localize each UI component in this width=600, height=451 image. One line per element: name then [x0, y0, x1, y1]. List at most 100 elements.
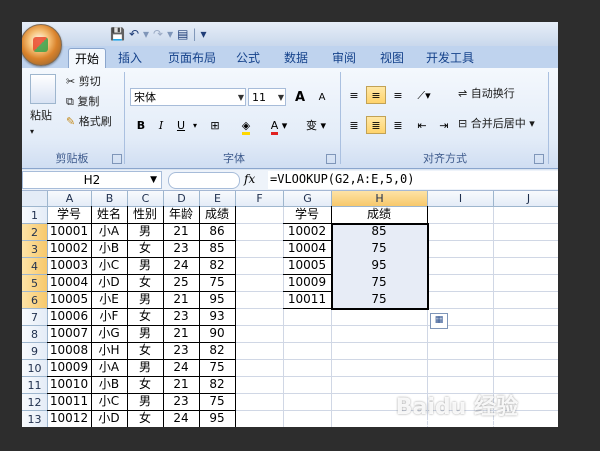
wrap-text-button[interactable]: ⇌ 自动换行	[458, 86, 515, 102]
table-cell[interactable]: 93	[199, 308, 236, 326]
table-cell[interactable]: 82	[199, 342, 236, 360]
grid-cell[interactable]	[236, 292, 284, 309]
table-cell[interactable]: 小C	[91, 257, 128, 275]
align-right-button[interactable]: ≣	[388, 116, 408, 134]
table-cell[interactable]: 10008	[47, 342, 92, 360]
grid-cell[interactable]	[236, 394, 284, 411]
tab-view[interactable]: 视图	[374, 48, 410, 68]
table-cell[interactable]: 男	[127, 359, 164, 377]
table-cell[interactable]: 小E	[91, 291, 128, 309]
save-icon[interactable]: 💾	[110, 26, 125, 42]
table-cell[interactable]: 25	[163, 274, 200, 292]
grid-cell[interactable]	[332, 309, 428, 326]
row-header-12[interactable]: 12	[22, 394, 48, 411]
row-header-6[interactable]: 6	[22, 292, 48, 309]
table-cell[interactable]: 95	[199, 410, 236, 427]
font-color-button[interactable]: A ▾	[264, 116, 294, 135]
table-cell[interactable]: 23	[163, 393, 200, 411]
table-cell[interactable]: 小H	[91, 342, 128, 360]
row-header-8[interactable]: 8	[22, 326, 48, 343]
table-cell[interactable]: 85	[331, 223, 428, 241]
chevron-down-icon[interactable]: ▾	[190, 116, 200, 134]
name-box[interactable]: H2 ▼	[22, 171, 162, 189]
grid-cell[interactable]	[284, 377, 332, 394]
table-cell[interactable]: 10010	[47, 376, 92, 394]
table-cell[interactable]: 姓名	[91, 206, 128, 224]
grid-cell[interactable]	[236, 360, 284, 377]
office-button[interactable]	[22, 24, 62, 66]
grid-cell[interactable]	[236, 326, 284, 343]
increase-indent-button[interactable]: ⇥	[434, 116, 454, 134]
row-header-5[interactable]: 5	[22, 275, 48, 292]
grid-cell[interactable]	[236, 258, 284, 275]
table-cell[interactable]: 女	[127, 240, 164, 258]
row-header-13[interactable]: 13	[22, 411, 48, 427]
grid-cell[interactable]	[284, 343, 332, 360]
column-header-h[interactable]: H	[332, 191, 428, 207]
bold-button[interactable]: B	[132, 116, 150, 134]
table-cell[interactable]: 75	[331, 291, 428, 309]
table-cell[interactable]: 10009	[283, 274, 332, 292]
shrink-font-button[interactable]: A	[312, 88, 332, 106]
format-painter-button[interactable]: ✎ 格式刷	[66, 114, 112, 130]
table-cell[interactable]: 85	[199, 240, 236, 258]
column-header-f[interactable]: F	[236, 191, 284, 207]
table-cell[interactable]: 10002	[283, 223, 332, 241]
column-header-j[interactable]: J	[494, 191, 558, 207]
table-cell[interactable]: 10011	[283, 291, 332, 309]
table-cell[interactable]: 10001	[47, 223, 92, 241]
table-cell[interactable]: 男	[127, 223, 164, 241]
grid-cell[interactable]	[494, 207, 558, 224]
table-cell[interactable]: 小F	[91, 308, 128, 326]
italic-button[interactable]: I	[152, 116, 170, 134]
table-cell[interactable]: 82	[199, 376, 236, 394]
tab-page-layout[interactable]: 页面布局	[162, 48, 222, 68]
table-cell[interactable]: 10007	[47, 325, 92, 343]
formula-bar-resize-handle[interactable]	[168, 172, 240, 189]
row-header-4[interactable]: 4	[22, 258, 48, 275]
table-cell[interactable]: 75	[199, 274, 236, 292]
table-cell[interactable]: 10005	[283, 257, 332, 275]
table-cell[interactable]: 95	[331, 257, 428, 275]
row-header-7[interactable]: 7	[22, 309, 48, 326]
grid-cell[interactable]	[428, 343, 494, 360]
table-cell[interactable]: 小C	[91, 393, 128, 411]
table-cell[interactable]: 男	[127, 291, 164, 309]
table-cell[interactable]: 23	[163, 240, 200, 258]
grid-cell[interactable]	[494, 258, 558, 275]
grid-cell[interactable]	[284, 394, 332, 411]
cut-button[interactable]: ✂ 剪切	[66, 74, 101, 90]
grid-cell[interactable]	[428, 292, 494, 309]
table-cell[interactable]: 23	[163, 308, 200, 326]
table-cell[interactable]: 75	[199, 393, 236, 411]
tab-home[interactable]: 开始	[68, 48, 106, 69]
grid-cell[interactable]	[236, 207, 284, 224]
grid-cell[interactable]	[494, 224, 558, 241]
tab-data[interactable]: 数据	[278, 48, 314, 68]
font-size-combo[interactable]: 11 ▼	[248, 88, 286, 106]
copy-button[interactable]: ⧉ 复制	[66, 94, 99, 110]
alignment-launcher-icon[interactable]	[534, 154, 544, 164]
align-left-button[interactable]: ≣	[344, 116, 364, 134]
grid-cell[interactable]	[332, 326, 428, 343]
grid-cell[interactable]	[236, 309, 284, 326]
table-cell[interactable]: 10011	[47, 393, 92, 411]
clipboard-launcher-icon[interactable]	[112, 154, 122, 164]
grid-cell[interactable]	[494, 360, 558, 377]
grow-font-button[interactable]: A	[290, 88, 310, 106]
table-cell[interactable]: 男	[127, 257, 164, 275]
grid-cell[interactable]	[494, 241, 558, 258]
table-cell[interactable]: 女	[127, 342, 164, 360]
row-header-3[interactable]: 3	[22, 241, 48, 258]
customize-qat-icon[interactable]: ▾	[201, 26, 207, 42]
grid-cell[interactable]	[428, 241, 494, 258]
tab-insert[interactable]: 插入	[112, 48, 148, 68]
grid-cell[interactable]	[428, 258, 494, 275]
table-cell[interactable]: 95	[199, 291, 236, 309]
tab-developer[interactable]: 开发工具	[420, 48, 480, 68]
grid-cell[interactable]	[284, 326, 332, 343]
paste-dropdown-icon[interactable]: ▾	[30, 124, 34, 140]
column-header-g[interactable]: G	[284, 191, 332, 207]
select-all-corner[interactable]	[22, 191, 48, 207]
table-cell[interactable]: 21	[163, 223, 200, 241]
